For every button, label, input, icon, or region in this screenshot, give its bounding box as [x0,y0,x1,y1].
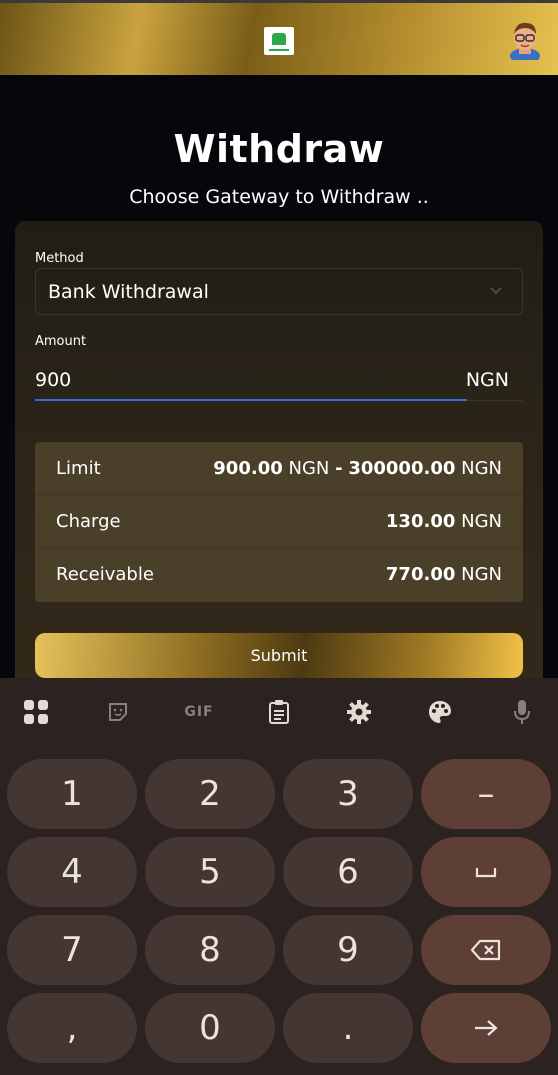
key-comma[interactable]: , [7,993,137,1063]
charge-row: Charge 130.00 NGN [35,495,523,548]
apps-grid-icon[interactable] [23,699,49,725]
limit-row: Limit 900.00 NGN - 300000.00 NGN [35,442,523,495]
charge-value: 130.00 NGN [385,510,502,532]
amount-currency: NGN [465,369,509,391]
user-avatar-icon[interactable] [508,18,542,60]
backspace-icon [470,939,501,961]
arrow-right-icon [475,1020,498,1036]
amount-input[interactable] [35,361,467,401]
chevron-down-icon [490,287,502,295]
palette-icon[interactable] [427,699,453,725]
key-5[interactable]: 5 [145,837,275,907]
gif-icon[interactable]: GIF [183,699,215,725]
method-select[interactable]: Bank Withdrawal [35,268,523,315]
key-9[interactable]: 9 [283,915,413,985]
clipboard-icon[interactable] [266,699,292,725]
limit-value: 900.00 NGN - 300000.00 NGN [213,457,502,479]
key-0[interactable]: 0 [145,993,275,1063]
method-select-value: Bank Withdrawal [48,280,209,303]
amount-label: Amount [35,334,87,349]
page-subtitle: Choose Gateway to Withdraw .. [129,186,429,208]
key-2[interactable]: 2 [145,759,275,829]
top-app-bar [0,0,558,75]
key-minus[interactable]: – [421,759,551,829]
receivable-row: Receivable 770.00 NGN [35,548,523,601]
receivable-value: 770.00 NGN [385,564,502,585]
withdraw-form-card: Method Bank Withdrawal Amount NGN Limit … [15,221,543,691]
microphone-icon[interactable] [509,699,535,725]
key-3[interactable]: 3 [283,759,413,829]
key-space[interactable] [421,837,551,907]
charge-label: Charge [56,510,121,532]
page-title: Withdraw [173,127,385,171]
sticker-icon[interactable] [105,699,131,725]
numeric-keyboard: GIF 1 2 3 – 4 5 6 7 8 9 , 0 . [0,678,558,1075]
key-6[interactable]: 6 [283,837,413,907]
key-backspace[interactable] [421,915,551,985]
receivable-label: Receivable [56,564,154,585]
house-logo-icon[interactable] [264,27,294,55]
space-bar-icon [475,868,497,878]
key-4[interactable]: 4 [7,837,137,907]
divider [467,400,523,401]
key-8[interactable]: 8 [145,915,275,985]
settings-icon[interactable] [346,699,372,725]
key-7[interactable]: 7 [7,915,137,985]
amount-field: NGN [35,361,523,401]
method-label: Method [35,251,84,266]
withdraw-summary: Limit 900.00 NGN - 300000.00 NGN Charge … [35,442,523,602]
key-enter[interactable] [421,993,551,1063]
submit-button[interactable]: Submit [35,633,523,678]
keyboard-toolbar: GIF [0,678,558,744]
key-1[interactable]: 1 [7,759,137,829]
limit-label: Limit [56,457,101,479]
key-period[interactable]: . [283,993,413,1063]
